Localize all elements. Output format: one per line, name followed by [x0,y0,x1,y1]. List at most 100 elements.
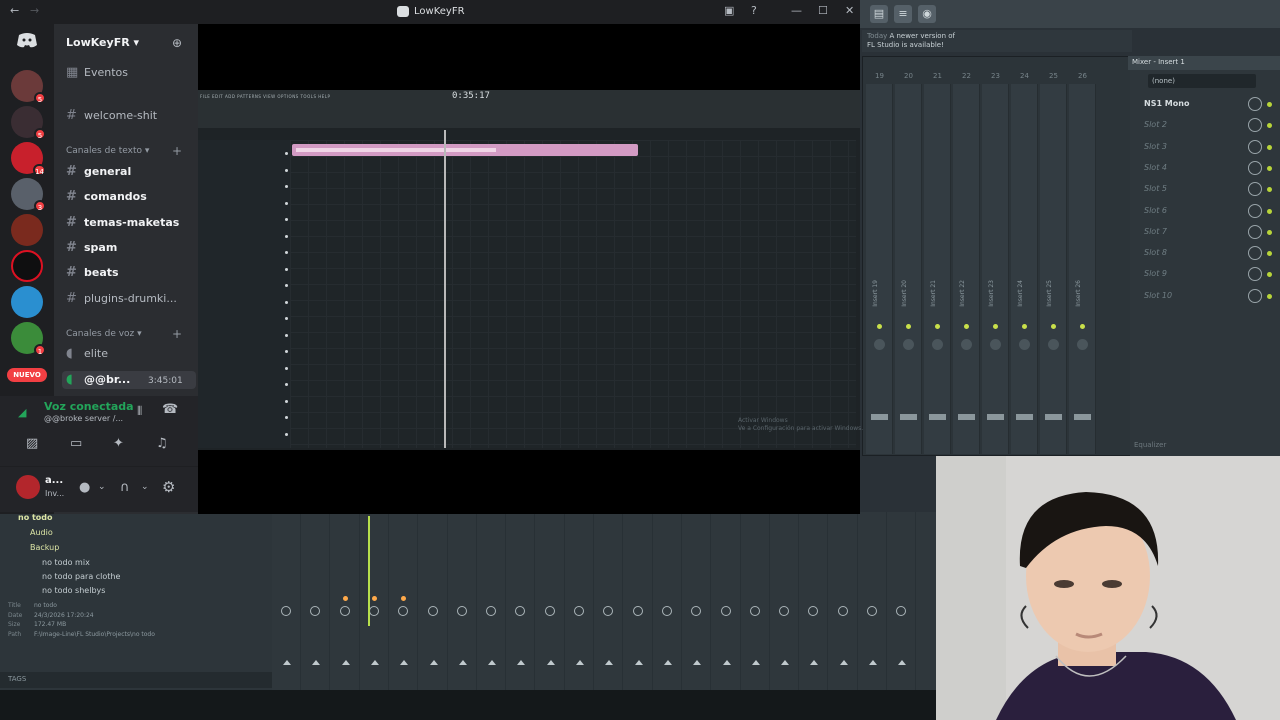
server-icon[interactable] [11,214,43,246]
mixer-strip[interactable]: 26 Insert 26 [1069,72,1096,454]
volume-fader[interactable] [929,414,946,420]
server-icon[interactable] [11,250,43,282]
route-arrow-icon[interactable] [576,660,584,665]
browser-root-folder[interactable]: no todo [18,513,53,522]
pan-knob-icon[interactable] [486,606,497,616]
volume-fader[interactable] [958,414,975,420]
route-arrow-icon[interactable] [722,660,731,665]
route-arrow-icon[interactable] [312,660,321,665]
pan-knob-icon[interactable] [515,606,526,616]
route-arrow-icon[interactable] [634,660,643,665]
events-item[interactable]: ▦ Eventos [66,63,194,83]
pan-knob-icon[interactable] [310,606,321,616]
route-arrow-icon[interactable] [341,660,350,665]
pan-knob-icon[interactable] [691,606,702,616]
volume-fader[interactable] [1074,414,1091,420]
insert-preset-select[interactable]: (none) [1148,74,1256,88]
route-arrow-icon[interactable] [869,660,877,665]
effect-slot[interactable]: Slot 8 [1134,243,1274,263]
disconnect-icon[interactable]: ☎ [162,402,178,417]
slot-enable-icon[interactable] [1267,187,1272,193]
discord-home-icon[interactable] [15,28,39,52]
slot-enable-icon[interactable] [1267,102,1272,107]
track-led-icon[interactable] [906,324,911,329]
route-arrow-icon[interactable] [429,660,438,665]
mixer-strip[interactable]: 24 Insert 24 [1011,72,1038,454]
route-arrow-icon[interactable] [517,660,526,665]
avatar[interactable] [16,475,40,499]
noise-suppression-icon[interactable]: ⦀ [137,404,142,419]
browser-file[interactable]: no todo mix [42,558,90,567]
mix-knob-icon[interactable] [1248,224,1262,239]
server-icon[interactable]: 3 [11,178,46,212]
voice-connected-title[interactable]: Voz conectada [44,400,134,413]
pan-knob-icon[interactable] [867,606,877,616]
close-icon[interactable]: ✕ [845,4,854,17]
route-arrow-icon[interactable] [839,660,848,665]
pan-knob-icon[interactable] [544,606,555,616]
volume-fader[interactable] [1016,414,1033,420]
mix-knob-icon[interactable] [1248,246,1262,261]
effect-slot[interactable]: Slot 7 [1134,222,1274,242]
channel-beats[interactable]: # beats [66,263,194,283]
server-icon[interactable] [11,286,43,318]
voice-connected-subtitle[interactable]: @@broke server /... [44,414,123,423]
pan-knob[interactable] [961,339,972,350]
effect-slot[interactable]: Slot 5 [1134,179,1274,199]
pan-knob-icon[interactable] [896,606,907,616]
route-arrow-icon[interactable] [663,660,672,665]
server-name[interactable]: LowKeyFR ▾ [66,36,139,49]
effect-slot[interactable]: Slot 2 [1134,115,1274,135]
pan-knob-icon[interactable] [661,606,672,616]
soundboard-icon[interactable]: ♫ [156,436,168,451]
chat-icon[interactable]: ◉ [918,5,936,23]
track-led-icon[interactable] [935,324,940,329]
pan-knob-icon[interactable] [281,606,291,616]
mix-knob-icon[interactable] [1248,288,1262,303]
mixer-strip[interactable]: 20 Insert 20 [895,72,922,454]
pan-knob-icon[interactable] [720,606,731,616]
slot-enable-icon[interactable] [1267,251,1272,257]
pan-knob[interactable] [874,339,885,350]
pan-knob[interactable] [932,339,943,350]
pan-knob-icon[interactable] [808,606,819,616]
pan-knob-icon[interactable] [603,606,614,616]
route-arrow-icon[interactable] [400,660,409,665]
channel-comandos[interactable]: # comandos [66,187,194,207]
gear-icon[interactable]: ⚙ [162,478,175,496]
effect-slot[interactable]: NS1 Mono [1134,94,1274,114]
route-arrow-icon[interactable] [488,660,497,665]
channel-general[interactable]: # general [66,162,194,182]
volume-fader[interactable] [900,414,917,420]
channel-welcome[interactable]: # welcome-shit [66,106,194,126]
pan-knob-icon[interactable] [339,606,350,616]
mix-knob-icon[interactable] [1248,182,1262,197]
slot-enable-icon[interactable] [1267,272,1272,278]
track-led-icon[interactable] [877,324,882,329]
browser-folder[interactable]: Backup [30,543,59,552]
route-arrow-icon[interactable] [693,660,702,665]
route-arrow-icon[interactable] [781,660,790,665]
browser-file[interactable]: no todo shelbys [42,586,105,595]
route-arrow-icon[interactable] [605,660,614,665]
add-friend-icon[interactable]: ⊕ [172,36,182,50]
add-channel-icon[interactable]: + [172,144,182,158]
channel-spam[interactable]: # spam [66,238,194,258]
volume-fader[interactable] [987,414,1004,420]
playlist-playhead[interactable] [444,130,446,448]
effect-slot[interactable]: Slot 6 [1134,201,1274,221]
volume-fader[interactable] [1045,414,1062,420]
browser-folder[interactable]: Audio [30,528,53,537]
pan-knob[interactable] [990,339,1001,350]
server-icon[interactable]: 5 [11,106,46,140]
mix-knob-icon[interactable] [1248,160,1262,175]
pan-knob-icon[interactable] [632,606,643,616]
pan-knob-icon[interactable] [456,606,467,616]
send-led-icon[interactable] [401,596,407,601]
effect-slot[interactable]: Slot 3 [1134,137,1274,157]
route-arrow-icon[interactable] [283,660,291,665]
pan-knob-icon[interactable] [574,606,584,616]
slot-enable-icon[interactable] [1267,229,1272,235]
add-channel-icon[interactable]: + [172,327,182,341]
mixer-icon[interactable]: ≡ [894,5,912,23]
